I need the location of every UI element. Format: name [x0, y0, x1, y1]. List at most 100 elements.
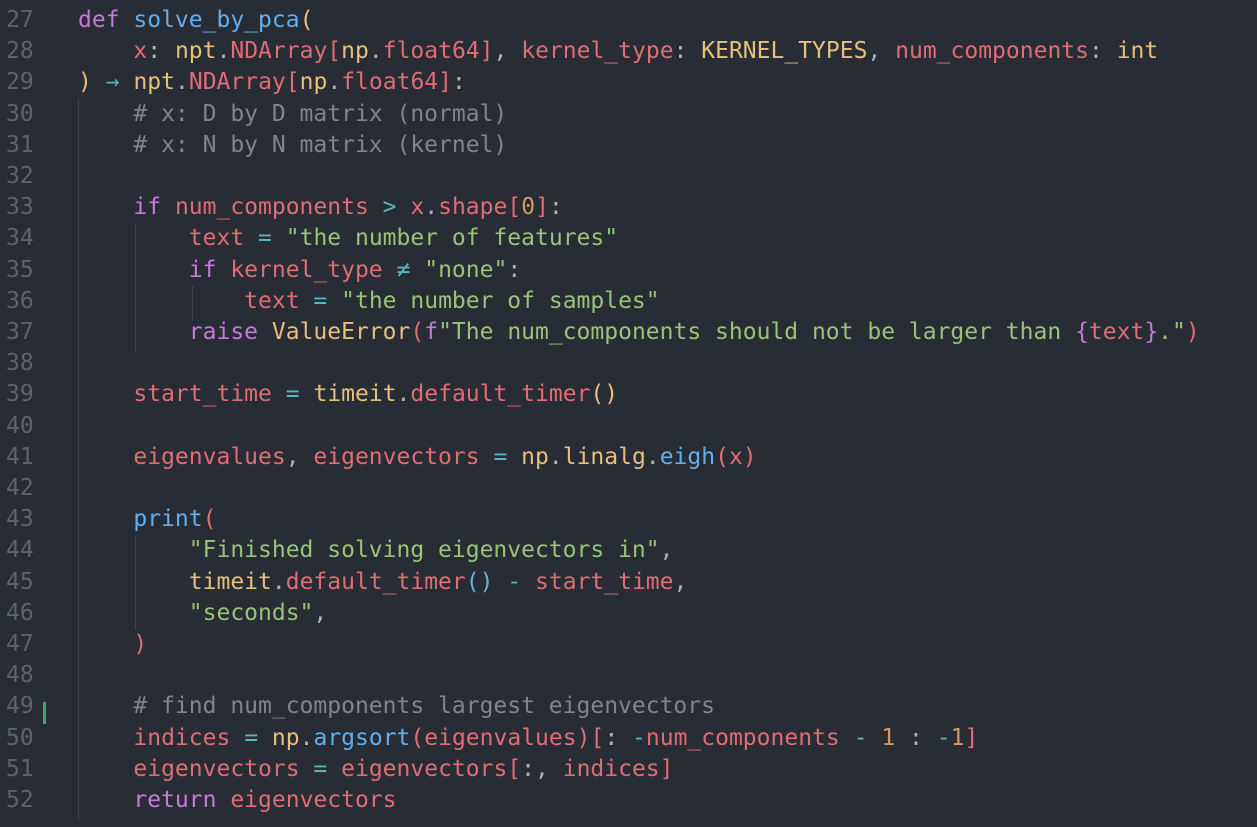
line-number: 39: [6, 381, 34, 408]
code-line[interactable]: 31 # x: N by N matrix (kernel): [0, 130, 1257, 161]
code-line[interactable]: 41 eigenvalues, eigenvectors = np.linalg…: [0, 442, 1257, 473]
code-line[interactable]: 32: [0, 161, 1257, 192]
code-line[interactable]: 30 # x: D by D matrix (normal): [0, 99, 1257, 130]
line-number: 32: [6, 163, 34, 189]
code-token: (: [299, 7, 314, 33]
code-token: >: [382, 194, 397, 221]
code-token: "the number of samples": [341, 287, 660, 314]
code-line[interactable]: 27 def solve_by_pca(: [0, 5, 1257, 36]
code-token: start_time: [133, 381, 272, 408]
line-number: 38: [6, 350, 34, 377]
code-token: kernel_type: [230, 256, 383, 283]
code-line[interactable]: 49 # find num_components largest eigenve…: [0, 691, 1257, 722]
line-number: 52: [6, 787, 34, 813]
code-line[interactable]: 33 if num_components > x.shape[0]:: [0, 192, 1257, 223]
code-token: =: [285, 381, 300, 408]
code-line[interactable]: 37 raise ValueError(f"The num_components…: [0, 317, 1257, 348]
code-text: # x: D by D matrix (normal): [78, 99, 507, 130]
code-text: def solve_by_pca(: [78, 5, 313, 36]
code-token: .: [396, 381, 411, 408]
code-line[interactable]: 48: [0, 660, 1257, 691]
code-token: ): [78, 69, 92, 96]
code-token: :: [895, 724, 937, 751]
code-line[interactable]: 42: [0, 473, 1257, 504]
code-token: -: [853, 724, 868, 751]
code-token: 1: [950, 724, 965, 751]
line-number: 48: [6, 662, 34, 689]
line-number: 42: [6, 475, 34, 501]
code-token: ,: [313, 599, 328, 626]
code-line[interactable]: 29) → npt.NDArray[np.float64]:: [0, 67, 1257, 98]
code-text: ) → npt.NDArray[np.float64]:: [78, 67, 466, 98]
code-token: :,: [521, 755, 563, 782]
code-line[interactable]: 34 text = "the number of features": [0, 223, 1257, 254]
code-token: =: [493, 443, 508, 470]
code-token: NDArray: [230, 38, 328, 65]
code-token: KERNEL_TYPES: [701, 38, 868, 65]
code-token: float64: [382, 38, 480, 65]
code-editor[interactable]: 27 def solve_by_pca(28 x: npt.NDArray[np.…: [0, 0, 1257, 827]
line-number: 37: [6, 319, 34, 345]
line-number: 27: [6, 7, 34, 33]
code-line[interactable]: 47 ): [0, 629, 1257, 660]
code-token: eigenvectors: [133, 755, 300, 782]
code-line[interactable]: 39 start_time = timeit.default_timer(): [0, 379, 1257, 410]
code-token: text: [188, 225, 245, 252]
code-line[interactable]: 46 "seconds",: [0, 598, 1257, 629]
code-token: # find num_components largest eigenvecto…: [133, 693, 715, 720]
code-token: ): [1185, 319, 1200, 345]
code-line[interactable]: 51 eigenvectors = eigenvectors[:, indice…: [0, 754, 1257, 785]
code-token: ValueError: [271, 319, 411, 345]
line-number: 36: [6, 287, 34, 314]
code-token: (): [590, 381, 619, 408]
line-number: 31: [6, 131, 34, 158]
code-line[interactable]: 45 timeit.default_timer() - start_time,: [0, 567, 1257, 598]
code-token: print: [133, 506, 203, 533]
code-token: indices: [133, 724, 231, 751]
code-line[interactable]: 38: [0, 348, 1257, 379]
code-token: num_components: [645, 724, 840, 751]
code-token: "seconds": [188, 599, 314, 626]
code-token: x: [133, 38, 148, 65]
code-text: x: npt.NDArray[np.float64], kernel_type:…: [78, 36, 1158, 67]
code-text: # find num_components largest eigenvecto…: [78, 691, 715, 722]
code-token: -: [936, 724, 951, 751]
code-line[interactable]: 50 indices = np.argsort(eigenvalues)[: -…: [0, 723, 1257, 754]
code-line[interactable]: 36 text = "the number of samples": [0, 286, 1257, 317]
code-token: ]: [438, 69, 452, 96]
code-line[interactable]: 28 x: npt.NDArray[np.float64], kernel_ty…: [0, 36, 1257, 67]
line-number: 30: [6, 100, 34, 127]
line-number: 44: [6, 537, 34, 564]
code-line[interactable]: 52 return eigenvectors: [0, 785, 1257, 816]
code-token: -: [507, 568, 522, 595]
code-token: :: [452, 69, 466, 96]
code-token: text: [1088, 319, 1145, 345]
code-token: -: [632, 724, 646, 751]
code-token: start_time: [535, 568, 674, 595]
code-line[interactable]: 35 if kernel_type ≠ "none":: [0, 255, 1257, 286]
code-line[interactable]: 40: [0, 411, 1257, 442]
code-text: eigenvectors = eigenvectors[:, indices]: [78, 754, 673, 785]
code-line[interactable]: 43 print(: [0, 504, 1257, 535]
code-token: (: [410, 724, 425, 751]
code-token: :: [604, 724, 633, 751]
code-token: →: [105, 69, 120, 96]
code-line[interactable]: 44 "Finished solving eigenvectors in",: [0, 535, 1257, 566]
code-token: [: [507, 194, 522, 221]
